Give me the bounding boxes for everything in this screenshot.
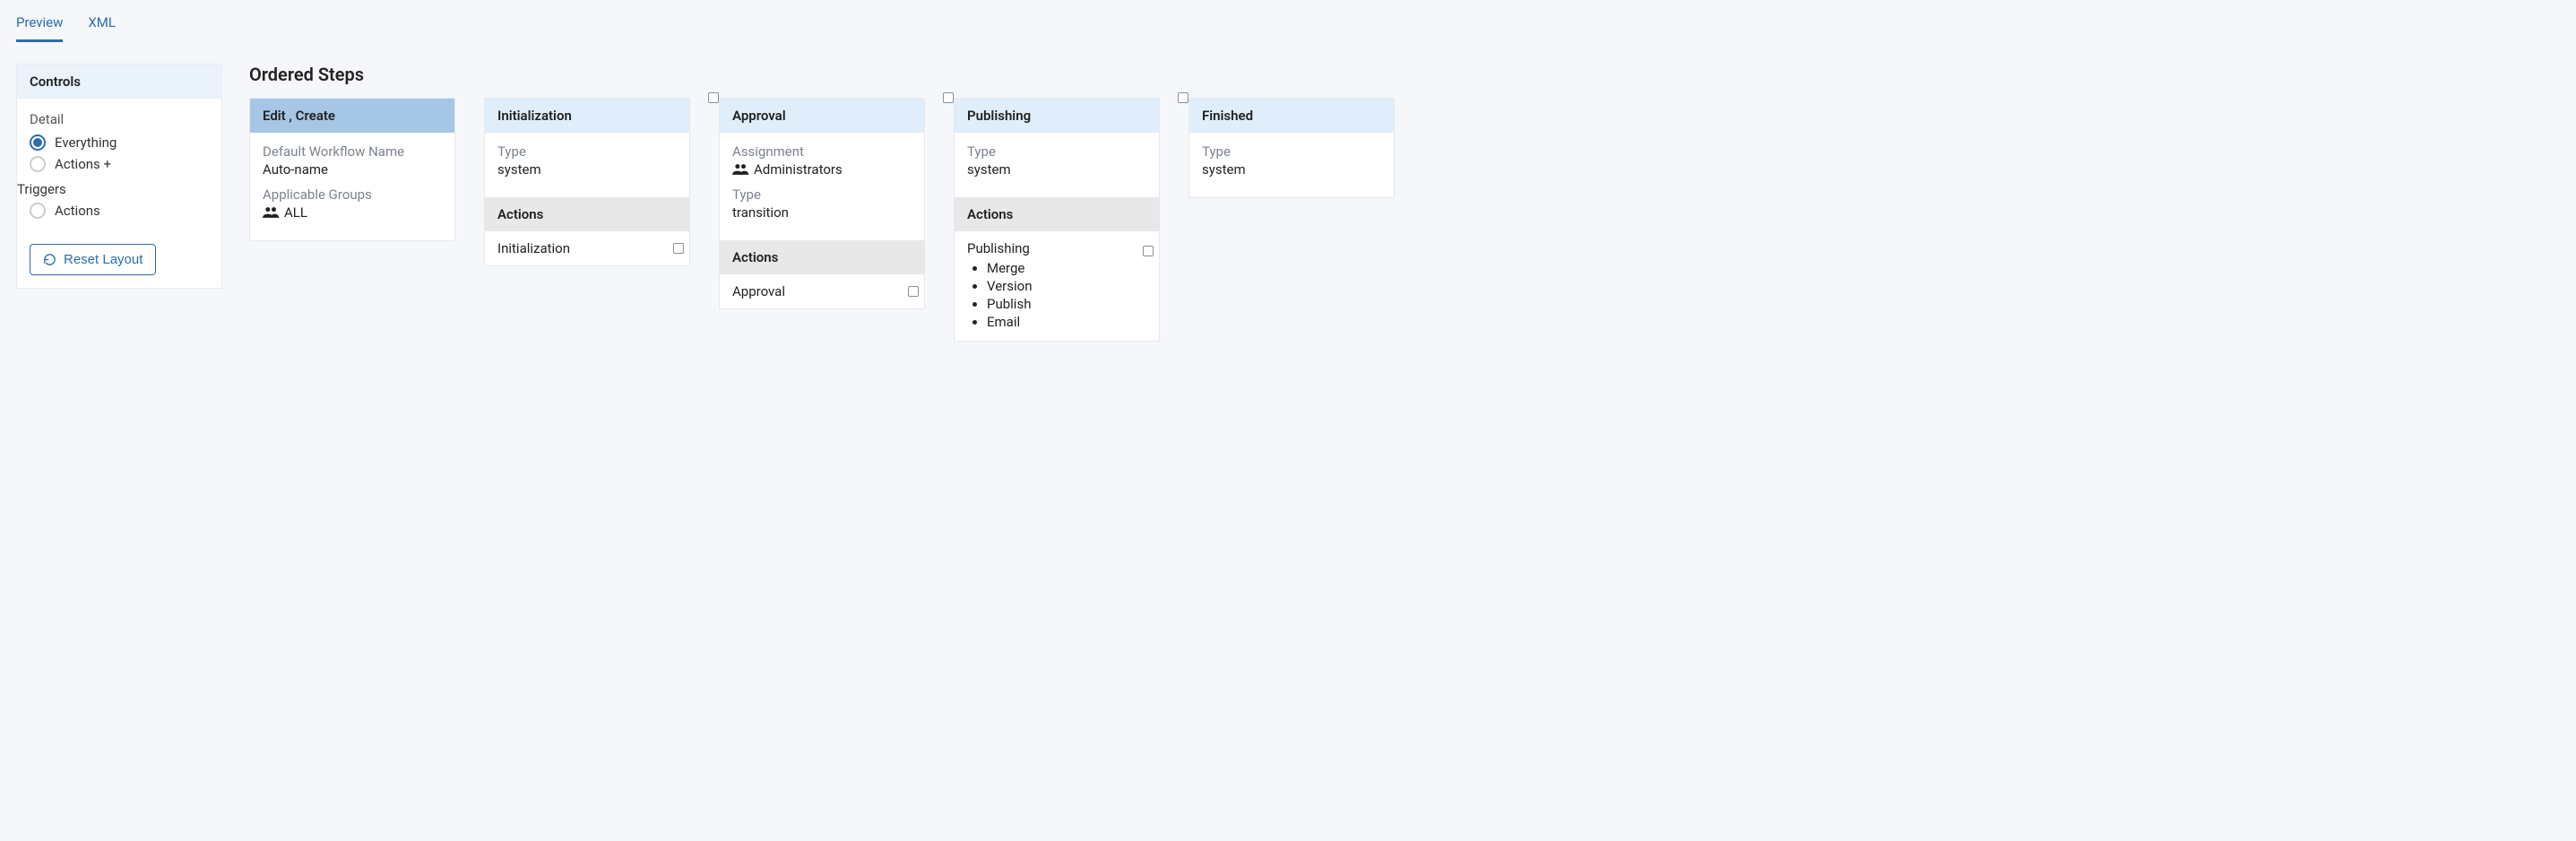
radio-actions-triggers[interactable]: Actions + Triggers bbox=[30, 156, 209, 197]
group-icon bbox=[263, 206, 281, 219]
step-card-body: Type system bbox=[955, 133, 1159, 197]
radio-label: Actions bbox=[55, 203, 100, 219]
tab-xml[interactable]: XML bbox=[88, 9, 116, 42]
type-label: Type bbox=[497, 143, 677, 160]
step-card-body: Type system bbox=[1189, 133, 1394, 197]
group-icon bbox=[732, 163, 750, 176]
group-name: Administrators bbox=[754, 161, 843, 178]
sub-action: Version bbox=[987, 278, 1146, 294]
step-card-header: Publishing bbox=[955, 99, 1159, 133]
cards-row: Edit , Create Default Workflow Name Auto… bbox=[249, 98, 2560, 342]
actions-header: Actions bbox=[485, 197, 689, 231]
action-body: Approval bbox=[720, 274, 924, 308]
sub-action: Merge bbox=[987, 260, 1146, 276]
step-card-header: Edit , Create bbox=[250, 99, 454, 133]
type-value: transition bbox=[732, 204, 912, 221]
reset-layout-button[interactable]: Reset Layout bbox=[30, 244, 156, 275]
radio-icon bbox=[30, 134, 46, 151]
groups-value: ALL bbox=[263, 204, 442, 221]
type-label: Type bbox=[1202, 143, 1381, 160]
type-value: system bbox=[1202, 161, 1381, 178]
action-name: Publishing bbox=[967, 240, 1146, 256]
type-label: Type bbox=[732, 186, 912, 203]
step-card-body: Type system bbox=[485, 133, 689, 197]
action-checkbox[interactable] bbox=[673, 243, 684, 254]
radio-everything[interactable]: Everything bbox=[30, 134, 209, 151]
detail-label: Detail bbox=[30, 111, 209, 127]
action-body: Publishing Merge Version Publish Email bbox=[955, 231, 1159, 341]
assignment-value: Administrators bbox=[732, 161, 912, 178]
main-layout: Controls Detail Everything Actions + Tri… bbox=[16, 64, 2560, 342]
radio-label: Actions + bbox=[55, 156, 111, 172]
step-checkbox[interactable] bbox=[1178, 92, 1189, 103]
steps-area: Ordered Steps Edit , Create Default Work… bbox=[249, 64, 2560, 342]
type-label: Type bbox=[967, 143, 1146, 160]
sub-action: Email bbox=[987, 314, 1146, 330]
radio-icon bbox=[30, 203, 46, 219]
ordered-steps-title: Ordered Steps bbox=[249, 64, 2560, 85]
sub-actions-list: Merge Version Publish Email bbox=[967, 260, 1146, 330]
type-value: system bbox=[967, 161, 1146, 178]
step-card-finished[interactable]: Finished Type system bbox=[1189, 98, 1395, 198]
tabs: Preview XML bbox=[16, 9, 2560, 42]
step-checkbox[interactable] bbox=[943, 92, 954, 103]
step-card-publishing[interactable]: Publishing Type system Actions Publishin… bbox=[954, 98, 1160, 342]
radio-label: Triggers bbox=[17, 181, 196, 197]
actions-header: Actions bbox=[720, 240, 924, 274]
step-card-body: Default Workflow Name Auto-name Applicab… bbox=[250, 133, 454, 240]
controls-body: Detail Everything Actions + Triggers Act… bbox=[17, 99, 221, 288]
radio-icon bbox=[30, 156, 46, 172]
assignment-label: Assignment bbox=[732, 143, 912, 160]
tab-preview[interactable]: Preview bbox=[16, 9, 63, 42]
step-card-initialization[interactable]: Initialization Type system Actions Initi… bbox=[484, 98, 690, 266]
groups-label: Applicable Groups bbox=[263, 186, 442, 203]
reset-layout-label: Reset Layout bbox=[64, 252, 143, 267]
action-body: Initialization bbox=[485, 231, 689, 265]
step-card-header: Approval bbox=[720, 99, 924, 133]
sub-action: Publish bbox=[987, 296, 1146, 312]
action-name: Approval bbox=[732, 283, 785, 299]
refresh-icon bbox=[43, 253, 56, 266]
step-card-approval[interactable]: Approval Assignment Administrators Type … bbox=[719, 98, 925, 309]
action-checkbox[interactable] bbox=[1143, 246, 1154, 256]
step-card-edit-create[interactable]: Edit , Create Default Workflow Name Auto… bbox=[249, 98, 455, 241]
radio-label: Everything bbox=[55, 134, 117, 151]
step-card-body: Assignment Administrators Type transitio… bbox=[720, 133, 924, 240]
action-checkbox[interactable] bbox=[908, 286, 919, 297]
controls-title: Controls bbox=[17, 65, 221, 99]
group-name: ALL bbox=[284, 204, 307, 221]
type-value: system bbox=[497, 161, 677, 178]
controls-panel: Controls Detail Everything Actions + Tri… bbox=[16, 64, 222, 289]
radio-actions[interactable]: Actions bbox=[30, 203, 209, 219]
default-wf-name-value: Auto-name bbox=[263, 161, 442, 178]
step-checkbox[interactable] bbox=[708, 92, 719, 103]
default-wf-name-label: Default Workflow Name bbox=[263, 143, 442, 160]
step-card-header: Initialization bbox=[485, 99, 689, 133]
action-name: Initialization bbox=[497, 240, 570, 256]
actions-header: Actions bbox=[955, 197, 1159, 231]
step-card-header: Finished bbox=[1189, 99, 1394, 133]
